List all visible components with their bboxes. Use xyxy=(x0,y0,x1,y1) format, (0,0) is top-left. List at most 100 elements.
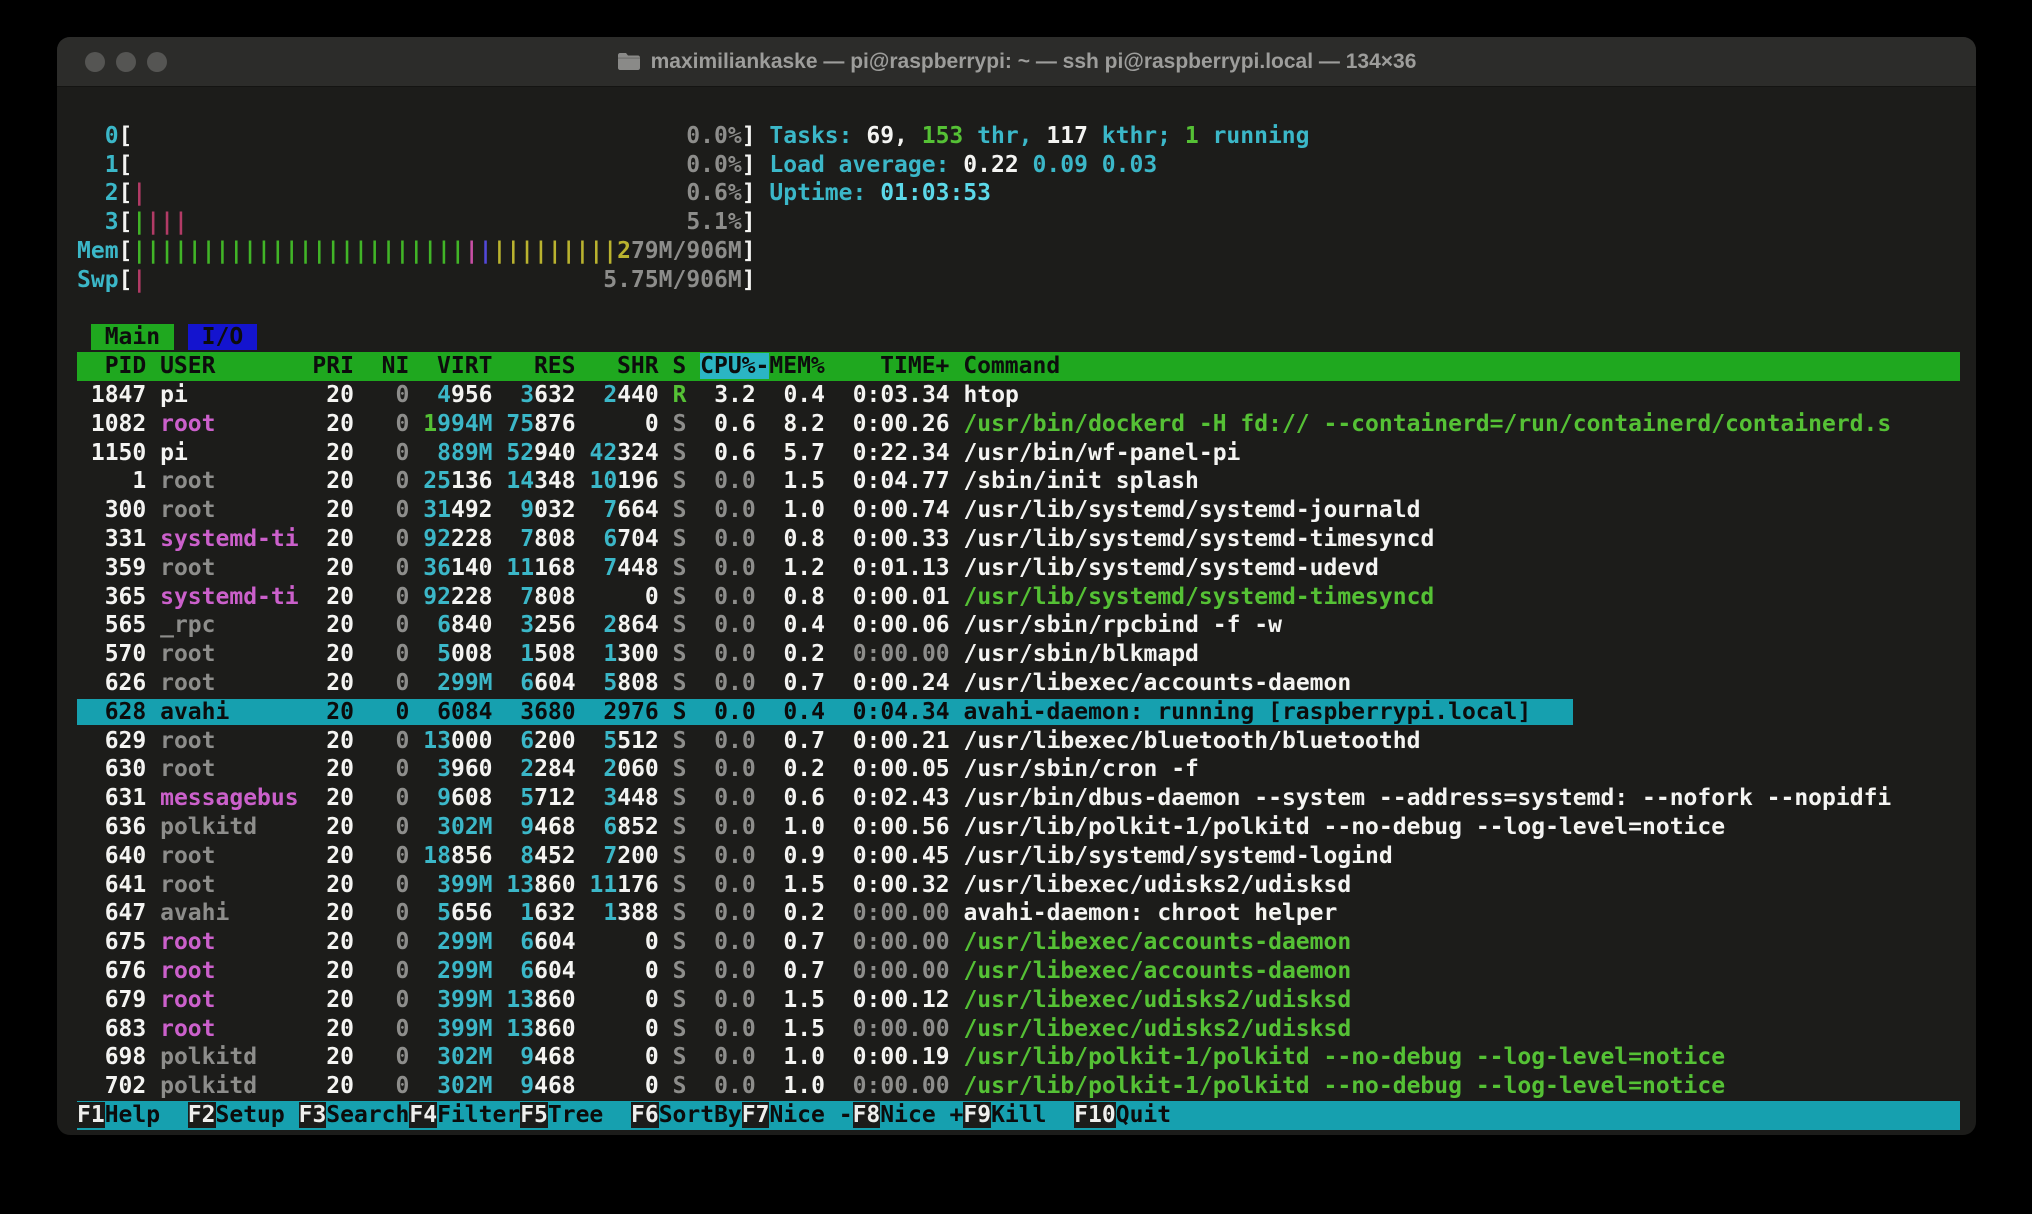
tab-main[interactable]: Main xyxy=(91,324,174,350)
text-segment xyxy=(687,756,701,782)
cell-res xyxy=(506,584,520,610)
fkey-label-f7[interactable]: Nice - xyxy=(769,1102,852,1128)
process-row-676[interactable]: 676 root 20 0 299M 6604 0 S 0.0 0.7 0:00… xyxy=(77,957,1960,986)
process-row-702[interactable]: 702 polkitd 20 0 302M 9468 0 S 0.0 1.0 0… xyxy=(77,1072,1960,1101)
fkey-F5[interactable]: F5 xyxy=(520,1102,548,1128)
process-row-675[interactable]: 675 root 20 0 299M 6604 0 S 0.0 0.7 0:00… xyxy=(77,928,1960,957)
fkey-label-f3[interactable]: Search xyxy=(326,1102,409,1128)
process-row-640[interactable]: 640 root 20 0 18856 8452 7200 S 0.0 0.9 … xyxy=(77,842,1960,871)
fkey-F2[interactable]: F2 xyxy=(188,1102,216,1128)
cell-res: 14 xyxy=(506,468,534,494)
cell-mem: 0.9 xyxy=(770,843,825,869)
fkey-label-f8[interactable]: Nice + xyxy=(880,1102,963,1128)
window-title: maximiliankaske — pi@raspberrypi: ~ — ss… xyxy=(617,50,1417,74)
process-row-628[interactable]: 628 avahi 20 0 6084 3680 2976 S 0.0 0.4 … xyxy=(77,698,1960,727)
fkey-label-f2[interactable]: Setup xyxy=(216,1102,299,1128)
process-row-626[interactable]: 626 root 20 0 299M 6604 5808 S 0.0 0.7 0… xyxy=(77,669,1960,698)
text-segment xyxy=(756,699,770,725)
cell-time: 0:04.34 xyxy=(839,699,950,725)
cell-res: 6 xyxy=(520,670,534,696)
fkey-F6[interactable]: F6 xyxy=(631,1102,659,1128)
cell-shr xyxy=(590,900,604,926)
fkey-label-f4[interactable]: Filter xyxy=(437,1102,520,1128)
process-row-629[interactable]: 629 root 20 0 13000 6200 5512 S 0.0 0.7 … xyxy=(77,727,1960,756)
process-row-1082[interactable]: 1082 root 20 0 1994M 75876 0 S 0.6 8.2 0… xyxy=(77,410,1960,439)
process-row-630[interactable]: 630 root 20 0 3960 2284 2060 S 0.0 0.2 0… xyxy=(77,755,1960,784)
cell-mem: 0.7 xyxy=(770,670,825,696)
text-segment xyxy=(756,872,770,898)
fkey-F9[interactable]: F9 xyxy=(963,1102,991,1128)
cell-ni: 0 xyxy=(368,843,410,869)
text-segment xyxy=(576,785,590,811)
cell-ni: 0 xyxy=(368,440,410,466)
tasks-text: 153 xyxy=(922,123,964,149)
fkey-F10[interactable]: F10 xyxy=(1074,1102,1116,1128)
fkey-F4[interactable]: F4 xyxy=(409,1102,437,1128)
process-row-698[interactable]: 698 polkitd 20 0 302M 9468 0 S 0.0 1.0 0… xyxy=(77,1043,1960,1072)
process-row-359[interactable]: 359 root 20 0 36140 11168 7448 S 0.0 1.2… xyxy=(77,554,1960,583)
text-segment xyxy=(409,872,423,898)
text-segment xyxy=(299,1016,313,1042)
column-headers[interactable]: PID USER PRI NI VIRT RES SHR S xyxy=(77,353,700,379)
text-segment xyxy=(950,612,964,638)
process-row-331[interactable]: 331 systemd-ti 20 0 92228 7808 6704 S 0.… xyxy=(77,525,1960,554)
cell-cpu: 0.0 xyxy=(700,987,755,1013)
window-titlebar[interactable]: maximiliankaske — pi@raspberrypi: ~ — ss… xyxy=(57,37,1976,87)
fkey-label-f6[interactable]: SortBy xyxy=(659,1102,742,1128)
table-header[interactable]: PID USER PRI NI VIRT RES SHR S CPU%-MEM%… xyxy=(77,352,1960,381)
process-row-570[interactable]: 570 root 20 0 5008 1508 1300 S 0.0 0.2 0… xyxy=(77,640,1960,669)
cell-ni: 0 xyxy=(368,670,410,696)
process-row-636[interactable]: 636 polkitd 20 0 302M 9468 6852 S 0.0 1.… xyxy=(77,813,1960,842)
fkey-label-f1[interactable]: Help xyxy=(105,1102,188,1128)
cell-shr: 0 xyxy=(645,987,659,1013)
text-segment xyxy=(687,612,701,638)
cell-state: S xyxy=(673,641,687,667)
cell-pid: 1 xyxy=(77,468,146,494)
cell-virt: 3 xyxy=(437,756,451,782)
process-row-1[interactable]: 1 root 20 0 25136 14348 10196 S 0.0 1.5 … xyxy=(77,467,1960,496)
cell-shr xyxy=(590,670,604,696)
process-row-365[interactable]: 365 systemd-ti 20 0 92228 7808 0 S 0.0 0… xyxy=(77,583,1960,612)
text-segment xyxy=(493,411,507,437)
process-row-679[interactable]: 679 root 20 0 399M 13860 0 S 0.0 1.5 0:0… xyxy=(77,986,1960,1015)
process-row-1847[interactable]: 1847 pi 20 0 4956 3632 2440 R 3.2 0.4 0:… xyxy=(77,381,1960,410)
process-row-300[interactable]: 300 root 20 0 31492 9032 7664 S 0.0 1.0 … xyxy=(77,496,1960,525)
cell-time: 0:00.24 xyxy=(839,670,950,696)
text-segment xyxy=(686,929,700,955)
text-segment xyxy=(493,497,507,523)
fkey-F8[interactable]: F8 xyxy=(853,1102,881,1128)
meter-open-bracket: [ xyxy=(119,209,133,235)
process-row-1150[interactable]: 1150 pi 20 0 889M 52940 42324 S 0.6 5.7 … xyxy=(77,439,1960,468)
fkey-label-f9[interactable]: Kill xyxy=(991,1102,1074,1128)
text-segment xyxy=(146,987,160,1013)
fkey-label-f10[interactable]: Quit xyxy=(1116,1102,1199,1128)
text-segment xyxy=(576,1016,590,1042)
text-segment xyxy=(686,814,700,840)
cell-ni: 0 xyxy=(368,814,410,840)
cell-cpu: 0.0 xyxy=(700,843,755,869)
zoom-button[interactable] xyxy=(147,52,167,72)
process-row-565[interactable]: 565 _rpc 20 0 6840 3256 2864 S 0.0 0.4 0… xyxy=(77,611,1960,640)
tab-io[interactable]: I/O xyxy=(188,324,257,350)
text-segment xyxy=(825,814,839,840)
text-segment xyxy=(576,1044,590,1070)
minimize-button[interactable] xyxy=(116,52,136,72)
process-row-631[interactable]: 631 messagebus 20 0 9608 5712 3448 S 0.0… xyxy=(77,784,1960,813)
text-segment xyxy=(950,526,964,552)
column-headers[interactable]: MEM% TIME+ Command xyxy=(769,353,1060,379)
fkey-F1[interactable]: F1 xyxy=(77,1102,105,1128)
close-button[interactable] xyxy=(85,52,105,72)
text-segment xyxy=(146,382,160,408)
fkey-F3[interactable]: F3 xyxy=(299,1102,327,1128)
process-row-683[interactable]: 683 root 20 0 399M 13860 0 S 0.0 1.5 0:0… xyxy=(77,1015,1960,1044)
column-header-cpu-sort[interactable]: CPU%- xyxy=(700,353,769,379)
cell-ni: 0 xyxy=(368,382,410,408)
cell-time: 0:00.12 xyxy=(839,987,950,1013)
process-row-641[interactable]: 641 root 20 0 399M 13860 11176 S 0.0 1.5… xyxy=(77,871,1960,900)
process-row-647[interactable]: 647 avahi 20 0 5656 1632 1388 S 0.0 0.2 … xyxy=(77,899,1960,928)
cell-user: root xyxy=(160,468,298,494)
fkey-F7[interactable]: F7 xyxy=(742,1102,770,1128)
fkey-label-f5[interactable]: Tree xyxy=(548,1102,631,1128)
cell-mem: 1.0 xyxy=(770,497,825,523)
cell-shr: 2976 xyxy=(603,699,658,725)
